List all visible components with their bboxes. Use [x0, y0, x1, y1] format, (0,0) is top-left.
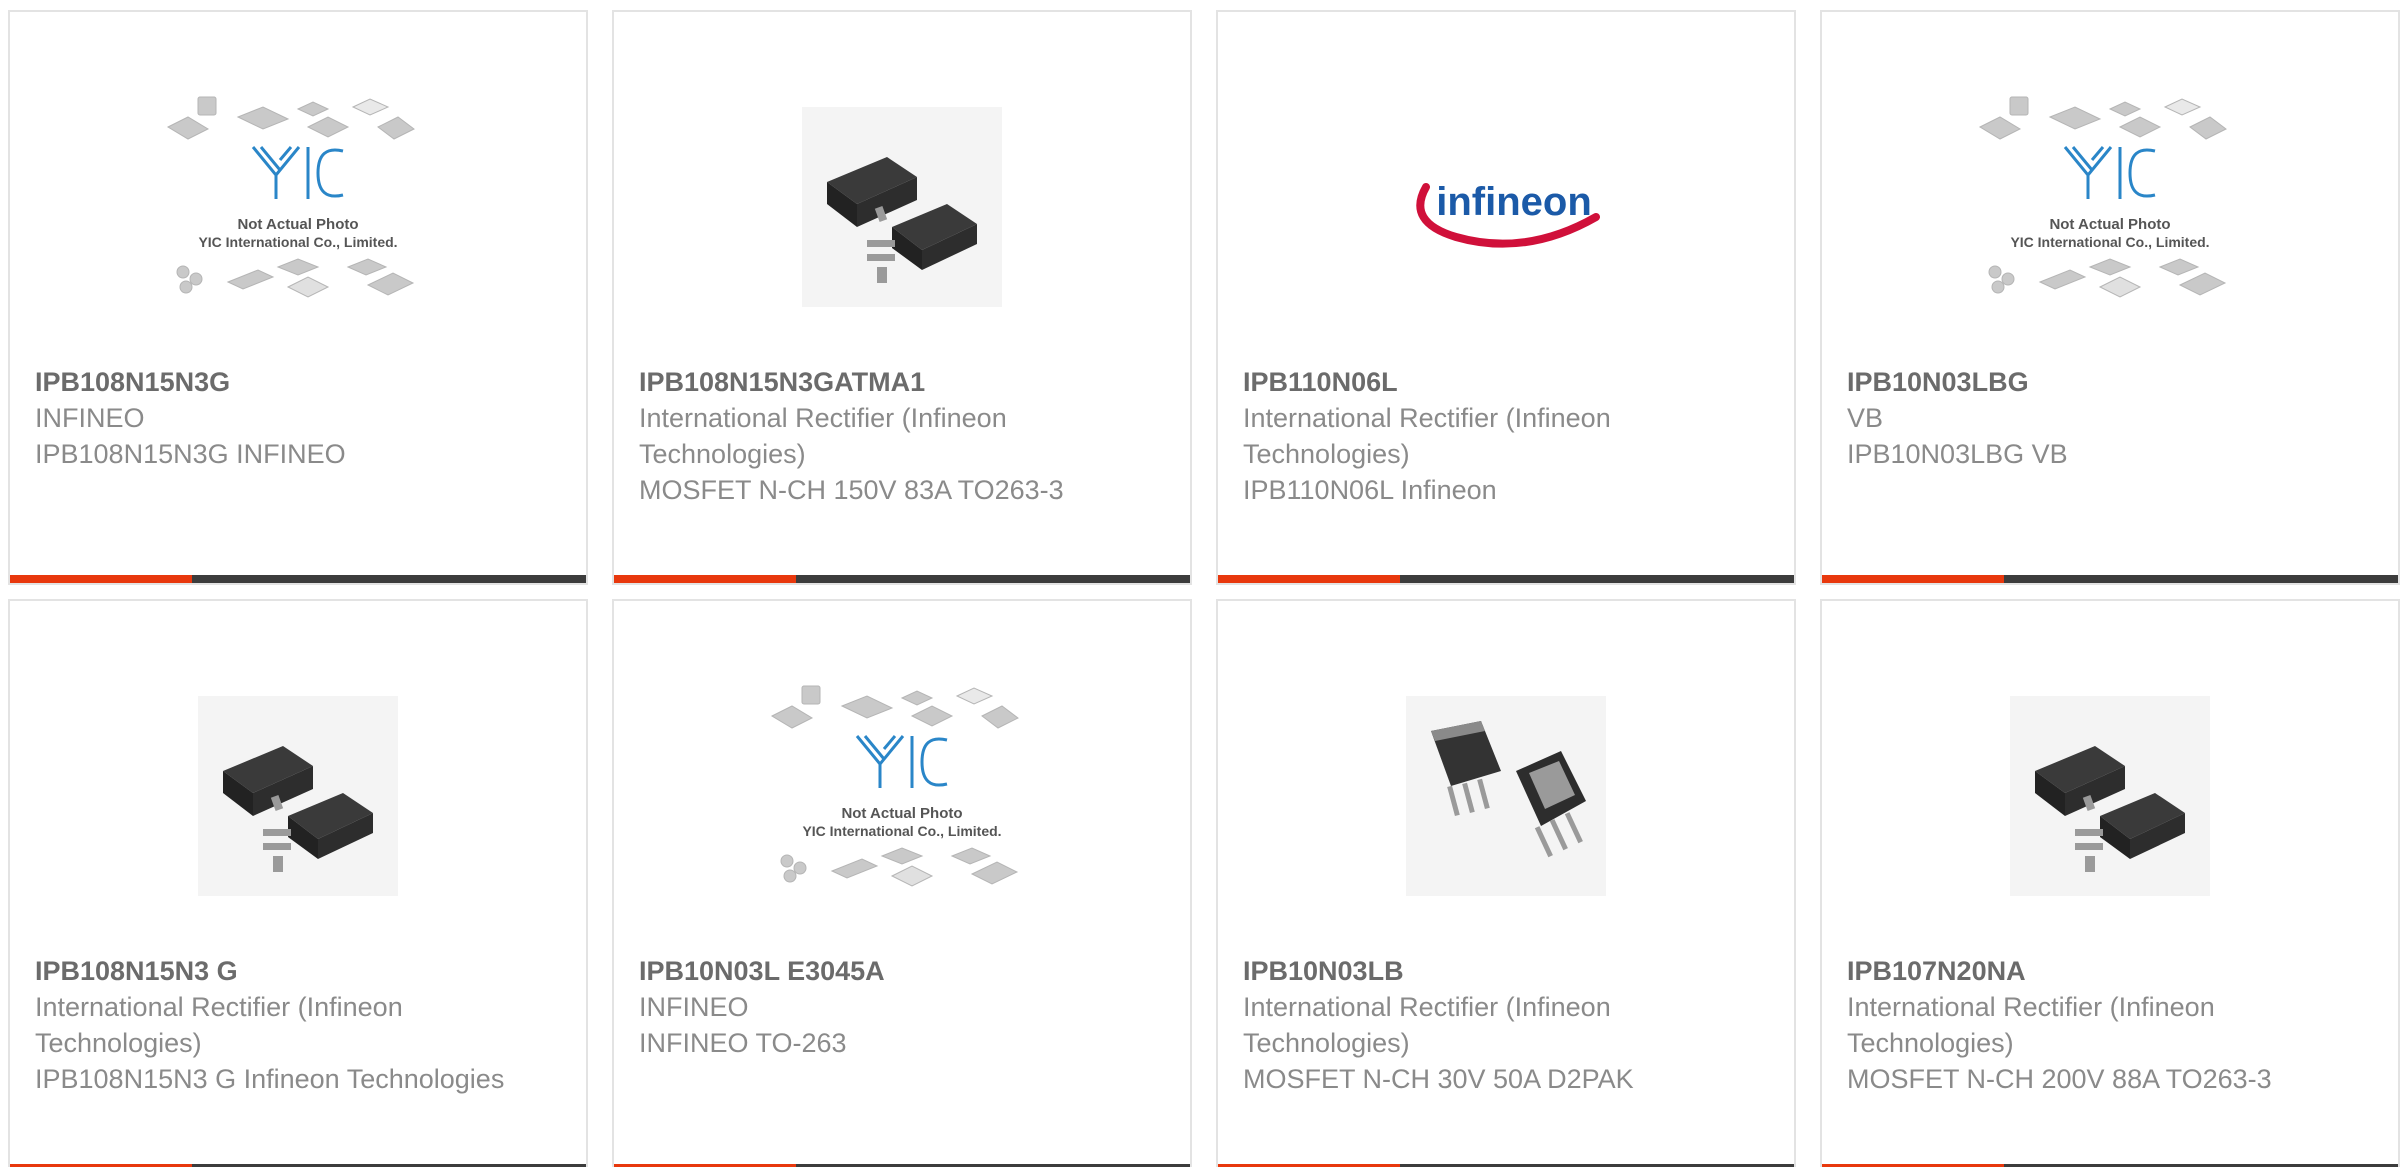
manufacturer: International Rectifier (Infineon Techno… — [1243, 403, 1611, 469]
manufacturer: International Rectifier (Infineon Techno… — [1847, 992, 2215, 1058]
product-image[interactable] — [10, 651, 586, 941]
product-card[interactable]: infineon IPB110N06L International Rectif… — [1216, 10, 1796, 585]
part-number[interactable]: IPB108N15N3GATMA1 — [639, 364, 1130, 400]
description: MOSFET N-CH 200V 88A TO263-3 — [1847, 1064, 2272, 1094]
placeholder-line2: YIC International Co., Limited. — [198, 234, 397, 250]
yic-placeholder-icon: Not Actual Photo YIC International Co., … — [1978, 96, 2227, 298]
product-info: IPB10N03LBG VB IPB10N03LBG VB — [1847, 364, 2338, 472]
placeholder-line1: Not Actual Photo — [2049, 216, 2170, 233]
part-number[interactable]: IPB110N06L — [1243, 364, 1734, 400]
infineon-logo-text: infineon — [1436, 180, 1592, 224]
placeholder-line1: Not Actual Photo — [841, 805, 962, 822]
product-card[interactable]: IPB10N03LB International Rectifier (Infi… — [1216, 599, 1796, 1167]
description: MOSFET N-CH 150V 83A TO263-3 — [639, 475, 1064, 505]
product-info: IPB10N03L E3045A INFINEO INFINEO TO-263 — [639, 953, 1130, 1061]
product-info: IPB108N15N3GATMA1 International Rectifie… — [639, 364, 1130, 508]
infineon-logo: infineon — [1416, 180, 1600, 248]
part-number[interactable]: IPB10N03LBG — [1847, 364, 2338, 400]
product-card[interactable]: Not Actual Photo YIC International Co., … — [612, 599, 1192, 1167]
card-bottom-bar — [1218, 575, 1794, 583]
placeholder-line2: YIC International Co., Limited. — [802, 823, 1001, 839]
manufacturer: INFINEO — [35, 403, 145, 433]
product-image[interactable] — [1822, 651, 2398, 941]
manufacturer: VB — [1847, 403, 1884, 433]
card-bottom-bar — [614, 575, 1190, 583]
product-info: IPB10N03LB International Rectifier (Infi… — [1243, 953, 1734, 1097]
product-card[interactable]: Not Actual Photo YIC International Co., … — [1820, 10, 2400, 585]
product-info: IPB108N15N3G INFINEO IPB108N15N3G INFINE… — [35, 364, 526, 472]
product-image[interactable]: infineon — [1218, 62, 1794, 352]
product-image[interactable] — [614, 62, 1190, 352]
description: MOSFET N-CH 30V 50A D2PAK — [1243, 1064, 1634, 1094]
card-bottom-bar — [1822, 575, 2398, 583]
product-card[interactable]: IPB108N15N3GATMA1 International Rectifie… — [612, 10, 1192, 585]
part-number[interactable]: IPB107N20NA — [1847, 953, 2338, 989]
product-info: IPB108N15N3 G International Rectifier (I… — [35, 953, 526, 1097]
yic-placeholder-icon: Not Actual Photo YIC International Co., … — [166, 96, 415, 298]
d2pak-package-icon — [2035, 746, 2185, 872]
product-card[interactable]: IPB108N15N3 G International Rectifier (I… — [8, 599, 588, 1167]
product-image[interactable]: Not Actual Photo YIC International Co., … — [10, 62, 586, 352]
part-number[interactable]: IPB10N03L E3045A — [639, 953, 1130, 989]
description: IPB110N06L Infineon — [1243, 475, 1497, 505]
yic-placeholder-icon: Not Actual Photo YIC International Co., … — [770, 685, 1019, 887]
part-number[interactable]: IPB108N15N3 G — [35, 953, 526, 989]
product-info: IPB110N06L International Rectifier (Infi… — [1243, 364, 1734, 508]
description: IPB108N15N3G INFINEO — [35, 439, 346, 469]
manufacturer: International Rectifier (Infineon Techno… — [35, 992, 403, 1058]
placeholder-line1: Not Actual Photo — [237, 216, 358, 233]
product-info: IPB107N20NA International Rectifier (Inf… — [1847, 953, 2338, 1097]
manufacturer: International Rectifier (Infineon Techno… — [639, 403, 1007, 469]
product-image[interactable]: Not Actual Photo YIC International Co., … — [1822, 62, 2398, 352]
product-image[interactable] — [1218, 651, 1794, 941]
description: INFINEO TO-263 — [639, 1028, 847, 1058]
manufacturer: INFINEO — [639, 992, 749, 1022]
description: IPB10N03LBG VB — [1847, 439, 2068, 469]
card-bottom-bar — [10, 575, 586, 583]
placeholder-line2: YIC International Co., Limited. — [2010, 234, 2209, 250]
manufacturer: International Rectifier (Infineon Techno… — [1243, 992, 1611, 1058]
product-card[interactable]: IPB107N20NA International Rectifier (Inf… — [1820, 599, 2400, 1167]
product-grid: Not Actual Photo YIC International Co., … — [0, 0, 2400, 1167]
d2pak-package-icon — [827, 157, 977, 283]
product-card[interactable]: Not Actual Photo YIC International Co., … — [8, 10, 588, 585]
product-image[interactable]: Not Actual Photo YIC International Co., … — [614, 651, 1190, 941]
to263-package-icon — [1431, 721, 1586, 858]
part-number[interactable]: IPB10N03LB — [1243, 953, 1734, 989]
d2pak-package-icon — [223, 746, 373, 872]
part-number[interactable]: IPB108N15N3G — [35, 364, 526, 400]
description: IPB108N15N3 G Infineon Technologies — [35, 1064, 505, 1094]
